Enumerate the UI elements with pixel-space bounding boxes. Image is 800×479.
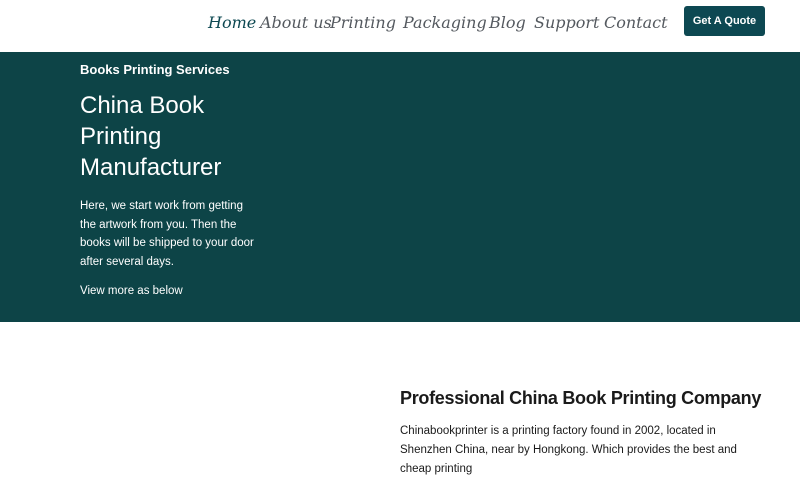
nav-packaging[interactable]: Packaging (403, 12, 487, 34)
get-a-quote-button[interactable]: Get A Quote (684, 6, 765, 36)
nav-printing[interactable]: Printing (330, 12, 396, 34)
nav-about-us[interactable]: About us (260, 12, 332, 34)
nav-contact[interactable]: Contact (604, 12, 668, 34)
hero-banner: Books Printing Services China Book Print… (0, 52, 800, 322)
section-title: Professional China Book Printing Company (400, 388, 762, 408)
hero-title: China Book Printing Manufacturer (80, 92, 222, 181)
hero-eyebrow: Books Printing Services (80, 62, 230, 77)
nav-support[interactable]: Support (534, 12, 599, 34)
nav-blog[interactable]: Blog (489, 12, 526, 34)
site-header: Home About us Printing Packaging Blog Su… (0, 0, 800, 52)
nav-home[interactable]: Home (208, 12, 256, 34)
view-more-link[interactable]: View more as below (80, 283, 183, 299)
hero-description: Here, we start work from getting the art… (80, 200, 254, 268)
section-body: Chinabookprinter is a printing factory f… (400, 425, 737, 475)
